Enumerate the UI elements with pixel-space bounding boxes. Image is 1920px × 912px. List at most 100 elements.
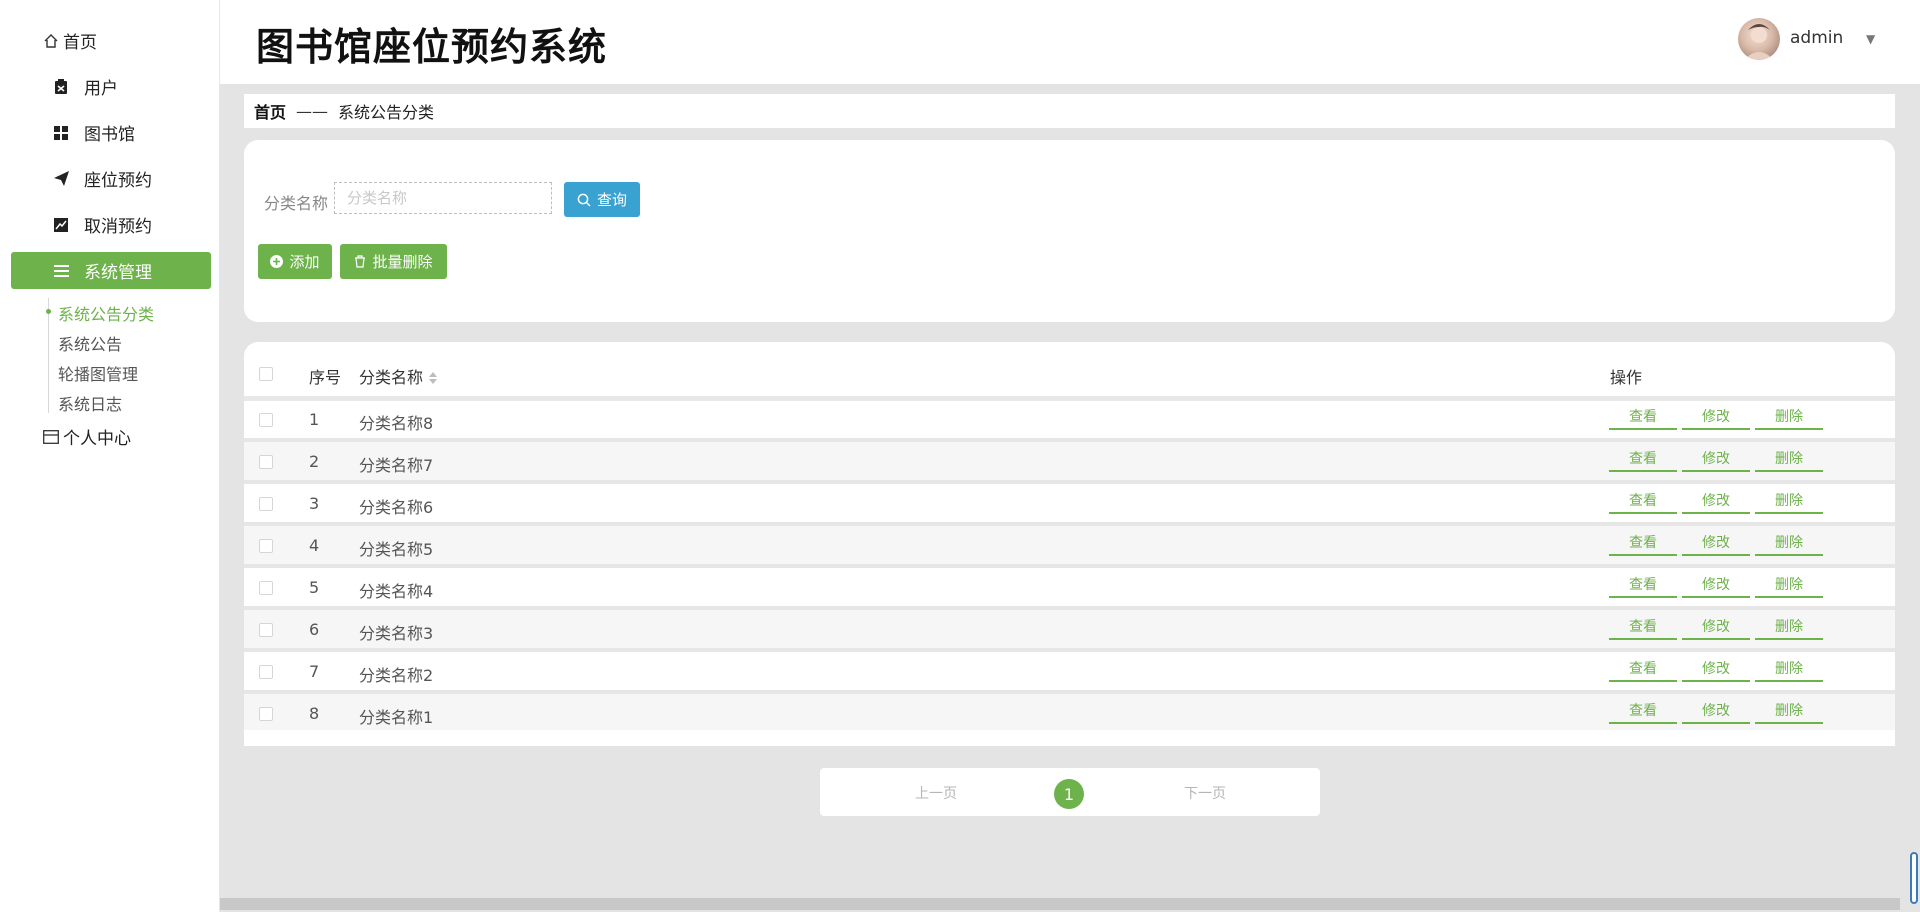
edit-button[interactable]: 修改 xyxy=(1682,614,1750,640)
view-button[interactable]: 查看 xyxy=(1609,488,1677,514)
sidebar: 首页 用户 图书馆 座位预约 取消预约 系统管理 系统公告分类 系统公告 轮播图… xyxy=(0,0,220,912)
sidebar-item-cancel-booking[interactable]: 取消预约 xyxy=(11,206,211,243)
sort-icon[interactable] xyxy=(429,369,438,388)
prev-page-button[interactable]: 上一页 xyxy=(915,783,957,803)
card-icon xyxy=(43,429,59,445)
query-button-label: 查询 xyxy=(596,191,627,209)
row-index: 1 xyxy=(309,410,320,429)
table-row: 5 分类名称4 查看 修改 删除 xyxy=(244,568,1895,610)
row-checkbox[interactable] xyxy=(259,623,273,637)
submenu-item-notice[interactable]: 系统公告 xyxy=(58,331,122,355)
row-checkbox[interactable] xyxy=(259,665,273,679)
table-row: 4 分类名称5 查看 修改 删除 xyxy=(244,526,1895,568)
sidebar-item-home[interactable]: 首页 xyxy=(11,22,211,59)
query-button[interactable]: 查询 xyxy=(564,182,640,217)
grid-icon xyxy=(53,125,69,141)
row-checkbox[interactable] xyxy=(259,539,273,553)
row-checkbox[interactable] xyxy=(259,413,273,427)
top-header: 图书馆座位预约系统 admin ▼ xyxy=(220,0,1920,84)
sidebar-item-profile[interactable]: 个人中心 xyxy=(11,418,211,455)
search-icon xyxy=(577,193,591,207)
category-name-input[interactable] xyxy=(334,182,552,214)
row-checkbox[interactable] xyxy=(259,707,273,721)
select-all-checkbox[interactable] xyxy=(259,367,273,381)
delete-button[interactable]: 删除 xyxy=(1755,446,1823,472)
vertical-scrollbar-thumb[interactable] xyxy=(1910,852,1918,904)
edit-button[interactable]: 修改 xyxy=(1682,656,1750,682)
delete-button[interactable]: 删除 xyxy=(1755,614,1823,640)
delete-button[interactable]: 删除 xyxy=(1755,698,1823,724)
row-index: 4 xyxy=(309,536,320,555)
breadcrumb: 首页 —— 系统公告分类 xyxy=(244,94,1895,128)
breadcrumb-current: 系统公告分类 xyxy=(338,103,435,122)
home-icon xyxy=(43,33,59,49)
submenu-item-carousel[interactable]: 轮播图管理 xyxy=(58,361,138,385)
plus-circle-icon xyxy=(270,255,284,268)
table-header: 序号 分类名称 操作 xyxy=(244,342,1895,401)
sidebar-item-seat-booking[interactable]: 座位预约 xyxy=(11,160,211,197)
page-number-current[interactable]: 1 xyxy=(1054,779,1084,809)
breadcrumb-home[interactable]: 首页 xyxy=(254,99,286,123)
edit-button[interactable]: 修改 xyxy=(1682,698,1750,724)
table-row: 6 分类名称3 查看 修改 删除 xyxy=(244,610,1895,652)
view-button[interactable]: 查看 xyxy=(1609,614,1677,640)
edit-button[interactable]: 修改 xyxy=(1682,488,1750,514)
view-button[interactable]: 查看 xyxy=(1609,530,1677,556)
submenu-item-notice-category[interactable]: 系统公告分类 xyxy=(58,301,154,325)
edit-button[interactable]: 修改 xyxy=(1682,404,1750,430)
submenu-line xyxy=(48,298,49,413)
horizontal-scrollbar[interactable] xyxy=(220,898,1900,910)
table-row: 7 分类名称2 查看 修改 删除 xyxy=(244,652,1895,694)
sidebar-item-library[interactable]: 图书馆 xyxy=(11,114,211,151)
sidebar-item-system-management[interactable]: 系统管理 xyxy=(11,252,211,289)
column-header-name[interactable]: 分类名称 xyxy=(359,364,438,388)
row-category-name: 分类名称7 xyxy=(359,456,434,475)
breadcrumb-separator: —— xyxy=(296,101,329,121)
caret-down-icon[interactable]: ▼ xyxy=(1866,32,1875,46)
delete-button[interactable]: 删除 xyxy=(1755,656,1823,682)
row-index: 2 xyxy=(309,452,320,471)
table-row: 3 分类名称6 查看 修改 删除 xyxy=(244,484,1895,526)
row-index: 3 xyxy=(309,494,320,513)
add-button-label: 添加 xyxy=(289,253,320,271)
row-index: 5 xyxy=(309,578,320,597)
view-button[interactable]: 查看 xyxy=(1609,698,1677,724)
app-title: 图书馆座位预约系统 xyxy=(256,25,608,69)
row-index: 6 xyxy=(309,620,320,639)
row-category-name: 分类名称5 xyxy=(359,540,434,559)
add-button[interactable]: 添加 xyxy=(258,244,332,279)
sidebar-item-label: 个人中心 xyxy=(63,429,131,449)
delete-button[interactable]: 删除 xyxy=(1755,530,1823,556)
sidebar-item-users[interactable]: 用户 xyxy=(11,68,211,105)
user-name[interactable]: admin xyxy=(1790,28,1843,48)
batch-delete-button[interactable]: 批量删除 xyxy=(340,244,447,279)
edit-button[interactable]: 修改 xyxy=(1682,446,1750,472)
row-checkbox[interactable] xyxy=(259,497,273,511)
view-button[interactable]: 查看 xyxy=(1609,656,1677,682)
trash-icon xyxy=(354,255,366,268)
delete-button[interactable]: 删除 xyxy=(1755,404,1823,430)
view-button[interactable]: 查看 xyxy=(1609,404,1677,430)
batch-delete-label: 批量删除 xyxy=(372,253,433,271)
row-category-name: 分类名称2 xyxy=(359,666,434,685)
row-category-name: 分类名称1 xyxy=(359,708,434,727)
data-table: 序号 分类名称 操作 1 分类名称8 查看 修改 删除 2 分类名称7 查看 修… xyxy=(244,342,1895,746)
delete-button[interactable]: 删除 xyxy=(1755,572,1823,598)
delete-button[interactable]: 删除 xyxy=(1755,488,1823,514)
search-label: 分类名称 xyxy=(264,194,329,213)
view-button[interactable]: 查看 xyxy=(1609,572,1677,598)
sidebar-item-label: 系统管理 xyxy=(84,263,152,283)
next-page-button[interactable]: 下一页 xyxy=(1184,783,1226,803)
view-button[interactable]: 查看 xyxy=(1609,446,1677,472)
column-header-name-label: 分类名称 xyxy=(359,368,424,387)
row-checkbox[interactable] xyxy=(259,455,273,469)
search-panel: 分类名称 查询 添加 批量删除 xyxy=(244,140,1895,322)
sidebar-item-label: 首页 xyxy=(63,33,97,53)
submenu-item-system-log[interactable]: 系统日志 xyxy=(58,391,122,415)
avatar[interactable] xyxy=(1738,18,1780,60)
edit-button[interactable]: 修改 xyxy=(1682,572,1750,598)
row-category-name: 分类名称8 xyxy=(359,414,434,433)
row-checkbox[interactable] xyxy=(259,581,273,595)
sidebar-item-label: 用户 xyxy=(84,79,118,99)
edit-button[interactable]: 修改 xyxy=(1682,530,1750,556)
